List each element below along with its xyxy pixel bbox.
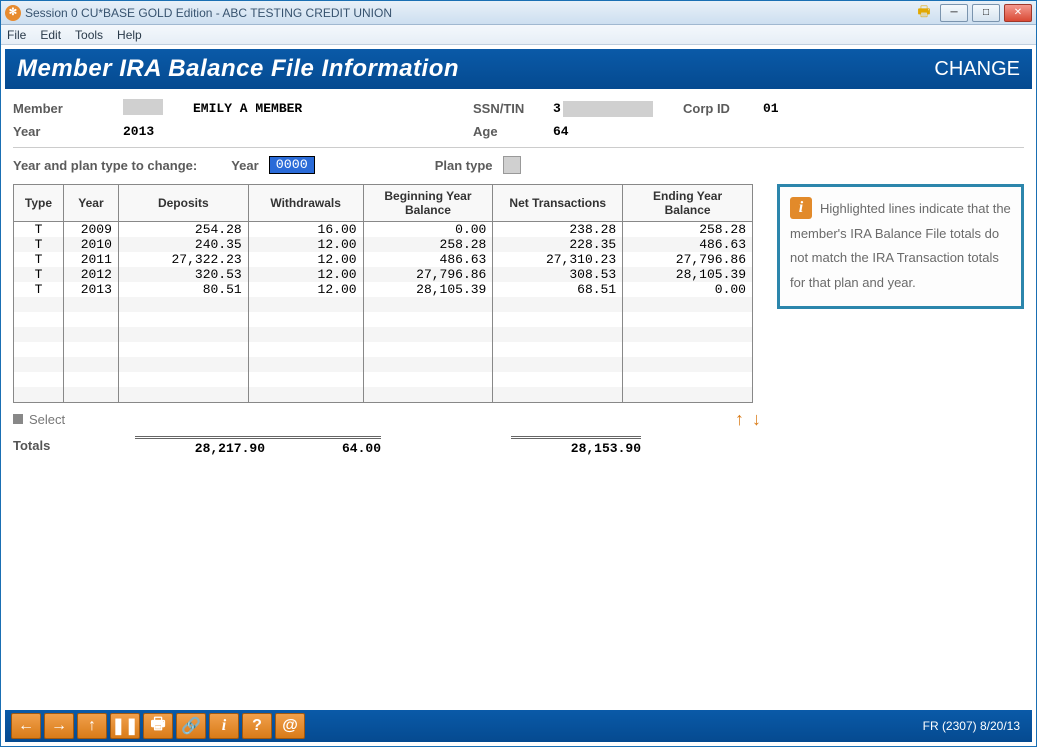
page-mode: CHANGE [934,58,1020,81]
col-end[interactable]: Ending Year Balance [623,185,753,222]
col-year[interactable]: Year [63,185,118,222]
member-label: Member [13,101,123,116]
ssn-prefix: 3 [553,101,561,116]
email-button[interactable]: @ [275,713,305,739]
table-row[interactable]: T201127,322.2312.00486.6327,310.2327,796… [14,252,753,267]
plan-type-label: Plan type [435,158,493,173]
content-area: Member EMILY A MEMBER SSN/TIN 3 Corp ID … [1,89,1036,706]
menu-edit[interactable]: Edit [40,28,61,42]
divider [13,147,1024,148]
print-button[interactable]: 🖶 [143,713,173,739]
back-button[interactable]: ← [11,713,41,739]
col-withdrawals[interactable]: Withdrawals [248,185,363,222]
member-id-mask [123,99,163,115]
menubar: File Edit Tools Help [1,25,1036,45]
help-button[interactable]: ? [242,713,272,739]
page-title: Member IRA Balance File Information [17,55,459,83]
totals-withdrawals: 64.00 [265,436,381,456]
col-net[interactable]: Net Transactions [493,185,623,222]
forward-button[interactable]: → [44,713,74,739]
up-button[interactable]: ↑ [77,713,107,739]
corp-label: Corp ID [683,101,763,116]
close-button[interactable]: ✕ [1004,4,1032,22]
col-type[interactable]: Type [14,185,64,222]
page-header: Member IRA Balance File Information CHAN… [5,49,1032,89]
info-text: Highlighted lines indicate that the memb… [790,201,1011,290]
footer-text: FR (2307) 8/20/13 [923,719,1026,733]
info-panel: i Highlighted lines indicate that the me… [777,184,1024,309]
menu-help[interactable]: Help [117,28,142,42]
link-button[interactable]: 🔗 [176,713,206,739]
app-icon: ✻ [5,5,21,21]
info-button[interactable]: i [209,713,239,739]
year-value: 2013 [123,124,193,139]
year-label: Year [13,124,123,139]
age-label: Age [473,124,553,139]
balance-table-wrap: Type Year Deposits Withdrawals Beginning… [13,184,761,456]
minimize-button[interactable]: ─ [940,4,968,22]
change-label: Year and plan type to change: [13,158,197,173]
member-info: Member EMILY A MEMBER SSN/TIN 3 Corp ID … [13,99,1024,139]
table-row [14,387,753,402]
menu-tools[interactable]: Tools [75,28,103,42]
change-year-input[interactable] [269,156,315,174]
plan-type-input[interactable] [503,156,521,174]
table-row[interactable]: T2012320.5312.0027,796.86308.5328,105.39 [14,267,753,282]
info-icon: i [790,197,812,219]
table-row [14,297,753,312]
scroll-down-icon[interactable]: ↓ [752,409,761,430]
ssn-label: SSN/TIN [473,101,553,116]
ssn-mask [563,101,653,117]
select-marker-icon [13,414,23,424]
printer-icon[interactable]: 🖶 [912,4,936,22]
table-row [14,357,753,372]
totals-label: Totals [13,438,135,453]
titlebar: ✻ Session 0 CU*BASE GOLD Edition - ABC T… [1,1,1036,25]
change-year-label: Year [231,158,258,173]
totals-deposits: 28,217.90 [135,436,265,456]
totals-net: 28,153.90 [511,436,641,456]
balance-table: Type Year Deposits Withdrawals Beginning… [13,184,753,403]
select-row: Select ↑ ↓ [13,409,761,430]
table-row[interactable]: T2010240.3512.00258.28228.35486.63 [14,237,753,252]
corp-id: 01 [763,101,823,116]
col-begin[interactable]: Beginning Year Balance [363,185,493,222]
app-window: ✻ Session 0 CU*BASE GOLD Edition - ABC T… [0,0,1037,747]
col-deposits[interactable]: Deposits [118,185,248,222]
totals-row: Totals 28,217.90 64.00 28,153.90 [13,436,761,456]
menu-file[interactable]: File [7,28,26,42]
footer-bar: ← → ↑ ❚❚ 🖶 🔗 i ? @ FR (2307) 8/20/13 [5,710,1032,742]
table-row[interactable]: T2009254.2816.000.00238.28258.28 [14,222,753,238]
member-name: EMILY A MEMBER [193,101,473,116]
table-row[interactable]: T201380.5112.0028,105.3968.510.00 [14,282,753,297]
select-label[interactable]: Select [29,412,65,427]
window-title: Session 0 CU*BASE GOLD Edition - ABC TES… [25,6,392,20]
table-row [14,342,753,357]
maximize-button[interactable]: □ [972,4,1000,22]
table-row [14,372,753,387]
scroll-up-icon[interactable]: ↑ [735,409,744,430]
age-value: 64 [553,124,683,139]
change-row: Year and plan type to change: Year Plan … [13,156,1024,174]
table-row [14,312,753,327]
pause-button[interactable]: ❚❚ [110,713,140,739]
table-row [14,327,753,342]
